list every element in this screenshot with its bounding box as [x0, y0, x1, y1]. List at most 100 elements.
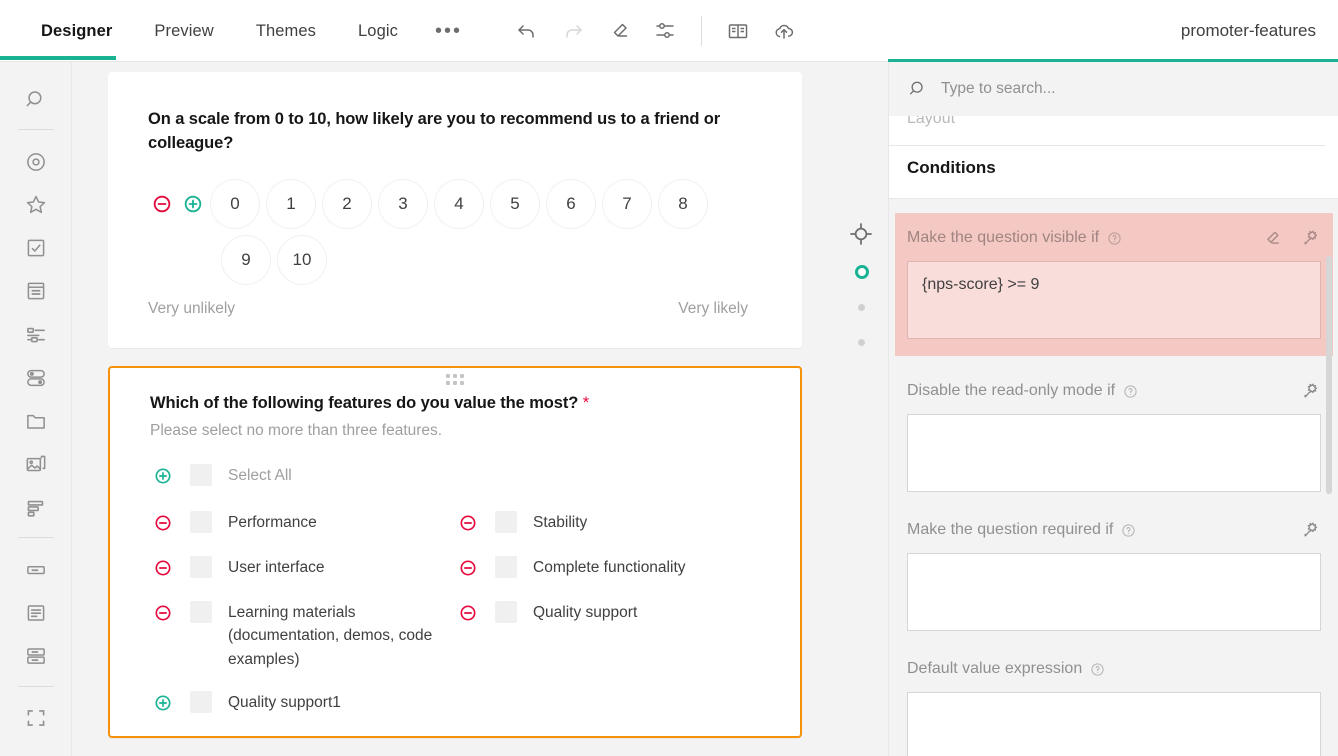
image-icon[interactable]	[12, 445, 60, 484]
tab-preview[interactable]: Preview	[133, 0, 234, 62]
help-icon[interactable]	[1107, 231, 1122, 246]
magic-wand-icon[interactable]	[1299, 519, 1321, 541]
remove-item-icon[interactable]	[455, 510, 481, 536]
remove-item-icon[interactable]	[455, 555, 481, 581]
visible-if-expression-input[interactable]	[907, 261, 1321, 339]
nps-option[interactable]: 5	[490, 179, 540, 229]
enable-if-expression-input[interactable]	[907, 414, 1321, 492]
eraser-icon[interactable]	[1261, 227, 1283, 249]
ranking-icon[interactable]	[12, 488, 60, 527]
remove-item-icon[interactable]	[150, 510, 176, 536]
nps-option[interactable]: 1	[266, 179, 316, 229]
choice-label: Learning materials (documentation, demos…	[228, 601, 455, 672]
toolbar-divider	[701, 16, 702, 46]
choices-grid: Performance Stability	[150, 511, 760, 717]
choice-row[interactable]: Performance	[150, 511, 455, 536]
choice-checkbox[interactable]	[495, 511, 517, 533]
nps-option[interactable]: 7	[602, 179, 652, 229]
page-dot[interactable]	[858, 339, 865, 346]
remove-item-icon[interactable]	[150, 600, 176, 626]
choice-row[interactable]: Learning materials (documentation, demos…	[150, 601, 455, 672]
folder-icon[interactable]	[12, 402, 60, 441]
question-card-nps[interactable]: On a scale from 0 to 10, how likely are …	[108, 72, 802, 348]
tab-logic[interactable]: Logic	[337, 0, 419, 62]
nps-option[interactable]: 9	[221, 235, 271, 285]
nps-option[interactable]: 10	[277, 235, 327, 285]
help-icon[interactable]	[1123, 384, 1138, 399]
nps-option[interactable]: 0	[210, 179, 260, 229]
nps-option[interactable]: 2	[322, 179, 372, 229]
page-navigator-rail	[836, 62, 888, 756]
tab-designer[interactable]: Designer	[20, 0, 133, 62]
book-preview-icon[interactable]	[715, 8, 761, 54]
top-toolbar: Designer Preview Themes Logic •••	[0, 0, 1338, 62]
magic-wand-icon[interactable]	[1299, 227, 1321, 249]
page-dot[interactable]	[858, 304, 865, 311]
view-tabs: Designer Preview Themes Logic •••	[0, 0, 478, 62]
nps-option[interactable]: 3	[378, 179, 428, 229]
question-card-features[interactable]: Which of the following features do you v…	[108, 366, 802, 739]
choice-checkbox[interactable]	[495, 556, 517, 578]
choice-checkbox[interactable]	[190, 464, 212, 486]
add-item-icon[interactable]	[150, 690, 176, 716]
search-icon[interactable]	[12, 80, 60, 119]
question-title: Which of the following features do you v…	[150, 392, 760, 416]
design-canvas: On a scale from 0 to 10, how likely are …	[72, 62, 888, 756]
survey-title[interactable]: promoter-features	[1181, 21, 1316, 41]
choice-row[interactable]: User interface	[150, 556, 455, 581]
settings-sliders-icon[interactable]	[642, 8, 688, 54]
choice-row[interactable]: Quality support	[455, 601, 760, 672]
target-icon[interactable]	[12, 142, 60, 181]
nps-option[interactable]: 4	[434, 179, 484, 229]
survey-creator-app: Designer Preview Themes Logic •••	[0, 0, 1338, 756]
property-default-value-expression: Default value expression	[907, 654, 1321, 756]
help-icon[interactable]	[1121, 523, 1136, 538]
choice-row[interactable]: Stability	[455, 511, 760, 536]
cloud-upload-icon[interactable]	[761, 8, 807, 54]
multiple-text-icon[interactable]	[12, 637, 60, 676]
required-if-expression-input[interactable]	[907, 553, 1321, 631]
property-enable-if: Disable the read-only mode if	[907, 376, 1321, 497]
section-header-conditions[interactable]: Conditions	[907, 158, 996, 178]
choice-checkbox[interactable]	[190, 691, 212, 713]
add-item-icon[interactable]	[150, 463, 176, 489]
choice-row[interactable]: Quality support1	[150, 691, 455, 716]
choice-label: Quality support	[533, 601, 637, 625]
undo-icon[interactable]	[504, 8, 550, 54]
add-item-icon[interactable]	[179, 190, 207, 218]
search-input[interactable]	[941, 80, 1271, 98]
redo-icon[interactable]	[550, 8, 596, 54]
star-icon[interactable]	[12, 185, 60, 224]
choice-checkbox[interactable]	[190, 556, 212, 578]
drag-handle-icon[interactable]	[446, 374, 464, 385]
choice-checkbox[interactable]	[495, 601, 517, 623]
choice-select-all[interactable]: Select All	[150, 464, 760, 489]
fullscreen-icon[interactable]	[12, 699, 60, 738]
text-input-icon[interactable]	[12, 550, 60, 589]
page-dot-active[interactable]	[855, 265, 869, 279]
default-value-expression-input[interactable]	[907, 692, 1321, 756]
tab-more-menu[interactable]: •••	[419, 0, 478, 62]
toolbox-sidebar	[0, 62, 72, 756]
tab-themes[interactable]: Themes	[235, 0, 337, 62]
remove-item-icon[interactable]	[150, 555, 176, 581]
choices-list: Select All Performance	[150, 464, 760, 717]
choice-checkbox[interactable]	[190, 511, 212, 533]
radiogroup-icon[interactable]	[12, 272, 60, 311]
checkbox-icon[interactable]	[12, 229, 60, 268]
eraser-icon[interactable]	[596, 8, 642, 54]
matrix-icon[interactable]	[12, 315, 60, 354]
page-target-icon[interactable]	[846, 219, 876, 249]
remove-item-icon[interactable]	[148, 190, 176, 218]
nps-option[interactable]: 8	[658, 179, 708, 229]
magic-wand-icon[interactable]	[1299, 380, 1321, 402]
nps-option[interactable]: 6	[546, 179, 596, 229]
boolean-toggle-icon[interactable]	[12, 358, 60, 397]
remove-item-icon[interactable]	[455, 600, 481, 626]
choice-checkbox[interactable]	[190, 601, 212, 623]
comment-icon[interactable]	[12, 593, 60, 632]
sidebar-divider-1	[18, 129, 54, 130]
panel-scrollbar[interactable]	[1326, 256, 1332, 494]
choice-row[interactable]: Complete functionality	[455, 556, 760, 581]
help-icon[interactable]	[1090, 662, 1105, 677]
